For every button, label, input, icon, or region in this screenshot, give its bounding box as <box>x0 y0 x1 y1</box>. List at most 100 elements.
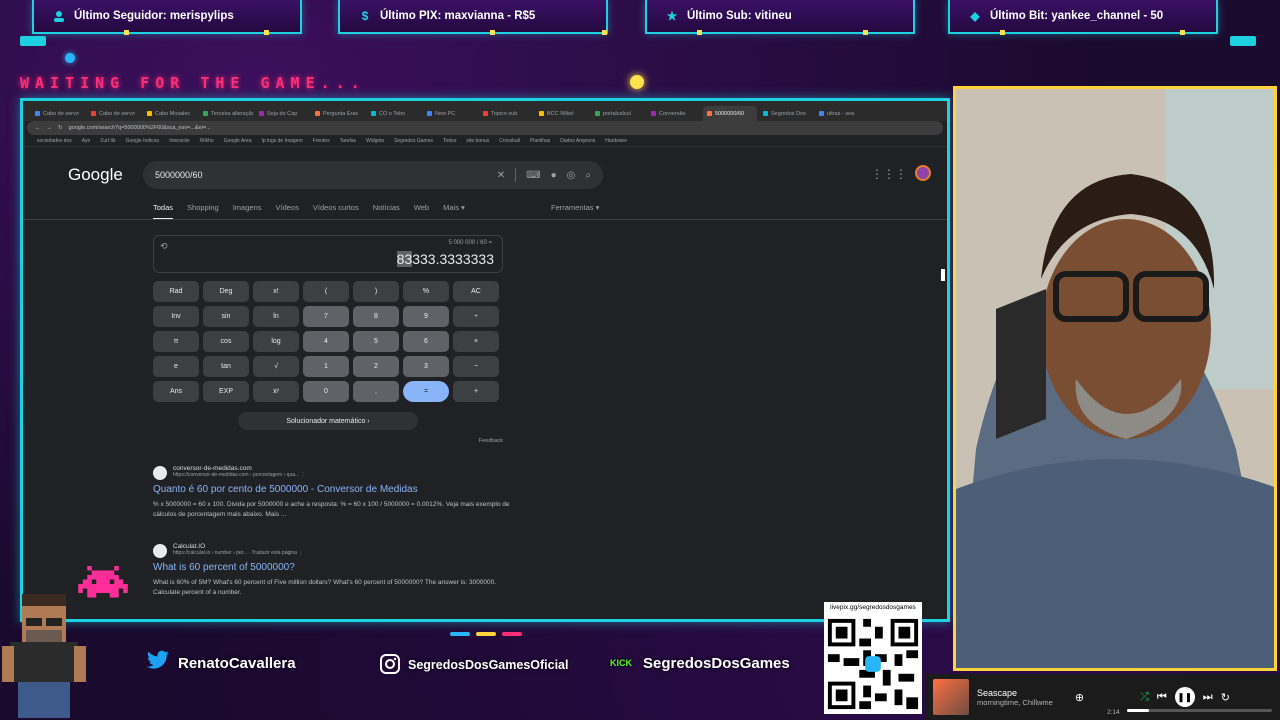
tools-menu[interactable]: Ferramentas ▾ <box>551 203 599 212</box>
shuffle-icon[interactable]: ⤮ <box>1140 691 1149 704</box>
calculator-key[interactable]: 5 <box>353 331 399 352</box>
calculator-key[interactable]: xʸ <box>253 381 299 402</box>
address-bar[interactable]: ← → ↻ google.com/search?q=5000000%2F60&s… <box>27 121 943 135</box>
calculator-key[interactable]: Rad <box>153 281 199 302</box>
bookmark-item[interactable]: Wikho <box>200 138 214 144</box>
calculator-key[interactable]: 2 <box>353 356 399 377</box>
scrollbar-thumb[interactable] <box>941 269 945 281</box>
calculator-key[interactable]: ) <box>353 281 399 302</box>
browser-tab[interactable]: Soja do Cap <box>255 106 309 121</box>
calculator-key[interactable]: x! <box>253 281 299 302</box>
calculator-key[interactable]: 8 <box>353 306 399 327</box>
back-icon[interactable]: ← <box>35 125 41 131</box>
clear-icon[interactable]: ✕ <box>497 170 505 181</box>
browser-tab[interactable]: Pergunta Eras <box>311 106 365 121</box>
search-tab[interactable]: Todas <box>153 203 174 220</box>
calculator-key[interactable]: + <box>453 381 499 402</box>
bookmark-item[interactable]: Frentes <box>313 138 330 144</box>
calculator-key[interactable]: EXP <box>203 381 249 402</box>
repeat-icon[interactable]: ↻ <box>1221 691 1230 704</box>
bookmark-item[interactable]: Zurt lib <box>100 138 115 144</box>
bookmark-item[interactable]: Interactie <box>169 138 190 144</box>
calculator-key[interactable]: Ans <box>153 381 199 402</box>
result-site-name[interactable]: conversor-de-medidas.com <box>173 465 306 472</box>
twitter-handle[interactable]: RenatoCavallera <box>146 650 296 676</box>
bookmark-item[interactable]: Hardware <box>605 138 627 144</box>
bookmark-item[interactable]: Ip logs de Imagem <box>262 138 303 144</box>
calculator-key[interactable]: π <box>153 331 199 352</box>
calculator-key[interactable]: 9 <box>403 306 449 327</box>
math-solver-button[interactable]: Solucionador matemático › <box>238 412 418 430</box>
browser-tab[interactable]: New PC <box>423 106 477 121</box>
browser-tab[interactable]: Cabo de servo <box>31 106 85 121</box>
search-icon[interactable]: ⌕ <box>585 170 591 181</box>
search-tab[interactable]: Mais ▾ <box>443 203 465 220</box>
calculator-key[interactable]: 1 <box>303 356 349 377</box>
bookmark-item[interactable]: Widgets <box>366 138 384 144</box>
calculator-key[interactable]: cos <box>203 331 249 352</box>
pause-icon[interactable]: ❚❚ <box>1174 687 1195 707</box>
calculator-key[interactable]: 3 <box>403 356 449 377</box>
calculator-key[interactable]: Deg <box>203 281 249 302</box>
apps-grid-icon[interactable]: ⋮⋮⋮ <box>871 167 907 181</box>
feedback-link[interactable]: Feedback <box>153 438 503 444</box>
calculator-key[interactable]: AC <box>453 281 499 302</box>
browser-tab[interactable]: 5000000/60 <box>703 106 757 121</box>
browser-tab[interactable]: Cabo Mosalec <box>143 106 197 121</box>
calculator-key[interactable]: e <box>153 356 199 377</box>
calculator-key[interactable]: × <box>453 331 499 352</box>
calculator-key[interactable]: . <box>353 381 399 402</box>
search-tab[interactable]: Vídeos curtos <box>313 203 359 220</box>
next-icon[interactable]: ⏭ <box>1203 691 1213 704</box>
browser-tab[interactable]: CO o Tebo <box>367 106 421 121</box>
forward-icon[interactable]: → <box>47 125 53 131</box>
search-tab[interactable]: Web <box>414 203 429 220</box>
instagram-handle[interactable]: SegredosDosGamesOficial <box>380 652 568 678</box>
calculator-key[interactable]: log <box>253 331 299 352</box>
browser-tab[interactable]: Terceira alteração <box>199 106 253 121</box>
browser-tab[interactable]: Topico sub <box>479 106 533 121</box>
browser-tab[interactable]: Segredos Dos <box>759 106 813 121</box>
result-title[interactable]: Quanto é 60 por cento de 5000000 - Conve… <box>153 484 513 495</box>
browser-tab[interactable]: Conversão <box>647 106 701 121</box>
add-icon[interactable]: ⊕ <box>1075 691 1084 704</box>
browser-tab[interactable]: BCC Wikel <box>535 106 589 121</box>
calculator-key[interactable]: ( <box>303 281 349 302</box>
result-url[interactable]: https://conversor-de-medidas.com › porce… <box>173 472 306 478</box>
bookmark-item[interactable]: Google Indicou <box>126 138 160 144</box>
calculator-key[interactable]: − <box>453 356 499 377</box>
result-url[interactable]: https://calculat.io › number › per... · … <box>173 550 303 556</box>
reload-icon[interactable]: ↻ <box>58 125 63 131</box>
account-avatar[interactable] <box>915 165 931 181</box>
search-tab[interactable]: Imagens <box>233 203 262 220</box>
bookmark-item[interactable]: Tarefas <box>340 138 356 144</box>
browser-tab[interactable]: Cabo de servo <box>87 106 141 121</box>
history-icon[interactable]: ⟲ <box>160 241 168 252</box>
search-tab[interactable]: Notícias <box>373 203 400 220</box>
bookmark-item[interactable]: sociedades dos <box>37 138 72 144</box>
search-tab[interactable]: Vídeos <box>276 203 299 220</box>
bookmark-item[interactable]: Todos <box>443 138 456 144</box>
bookmark-item[interactable]: Google Area <box>224 138 252 144</box>
previous-icon[interactable]: ⏮ <box>1157 691 1167 704</box>
mic-icon[interactable]: ● <box>551 170 557 181</box>
bookmark-item[interactable]: site bonus <box>466 138 489 144</box>
calculator-key[interactable]: 0 <box>303 381 349 402</box>
calculator-key[interactable]: 7 <box>303 306 349 327</box>
calculator-key[interactable]: √ <box>253 356 299 377</box>
calculator-key[interactable]: ln <box>253 306 299 327</box>
bookmark-item[interactable]: Crossball <box>499 138 520 144</box>
search-tab[interactable]: Shopping <box>187 203 219 220</box>
search-input[interactable]: 5000000/60 ✕ ⌨ ● ◎ ⌕ <box>143 161 603 189</box>
browser-tab[interactable]: ultras - sea <box>815 106 869 121</box>
bookmark-item[interactable]: Dados Arquivos <box>560 138 595 144</box>
result-site-name[interactable]: Calculat.IO <box>173 543 303 550</box>
calculator-key[interactable]: sin <box>203 306 249 327</box>
google-logo[interactable]: Google <box>68 165 123 185</box>
calculator-key[interactable]: 6 <box>403 331 449 352</box>
calculator-key[interactable]: % <box>403 281 449 302</box>
calculator-key[interactable]: 4 <box>303 331 349 352</box>
browser-tab[interactable]: portalcalcul <box>591 106 645 121</box>
calculator-key[interactable]: Inv <box>153 306 199 327</box>
calculator-key[interactable]: = <box>403 381 449 402</box>
